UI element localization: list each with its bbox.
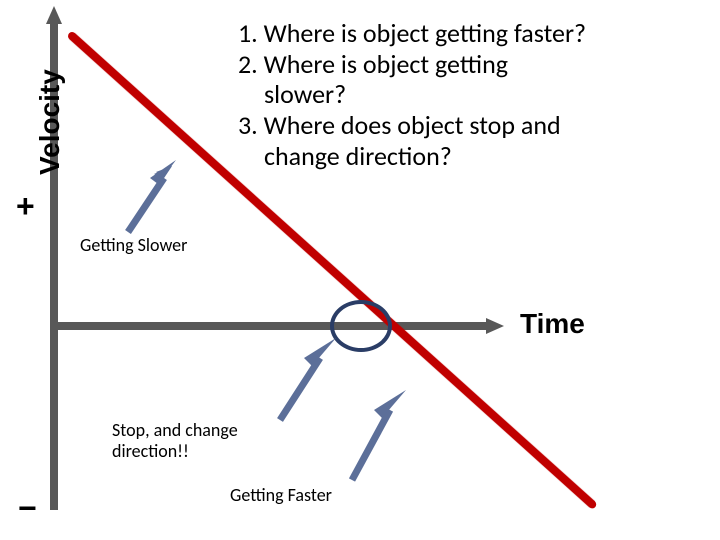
y-axis-minus-icon: − bbox=[18, 490, 37, 527]
x-axis-label: Time bbox=[520, 308, 585, 340]
question-3b: change direction? bbox=[238, 141, 708, 172]
stop-change-label: Stop, and change direction!! bbox=[112, 420, 272, 461]
getting-faster-arrow-icon bbox=[340, 388, 410, 488]
diagram-stage: Velocity + − Time 1. Where is object get… bbox=[0, 0, 720, 540]
question-2b: slower? bbox=[238, 79, 708, 110]
getting-slower-arrow-icon bbox=[120, 160, 180, 240]
question-2a: 2. Where is object getting bbox=[238, 49, 708, 80]
question-list: 1. Where is object getting faster? 2. Wh… bbox=[238, 18, 708, 171]
stop-change-line1: Stop, and change bbox=[112, 419, 238, 441]
x-axis bbox=[50, 322, 490, 330]
y-axis-label: Velocity bbox=[34, 69, 66, 175]
x-axis-arrowhead-icon bbox=[486, 318, 504, 334]
y-axis-arrowhead-icon bbox=[46, 6, 62, 24]
question-3a: 3. Where does object stop and bbox=[238, 110, 708, 141]
y-axis-plus-icon: + bbox=[16, 188, 35, 225]
question-1: 1. Where is object getting faster? bbox=[238, 18, 708, 49]
stop-change-line2: direction!! bbox=[112, 440, 189, 462]
stop-change-arrow-icon bbox=[270, 338, 340, 428]
getting-faster-label: Getting Faster bbox=[230, 485, 332, 506]
